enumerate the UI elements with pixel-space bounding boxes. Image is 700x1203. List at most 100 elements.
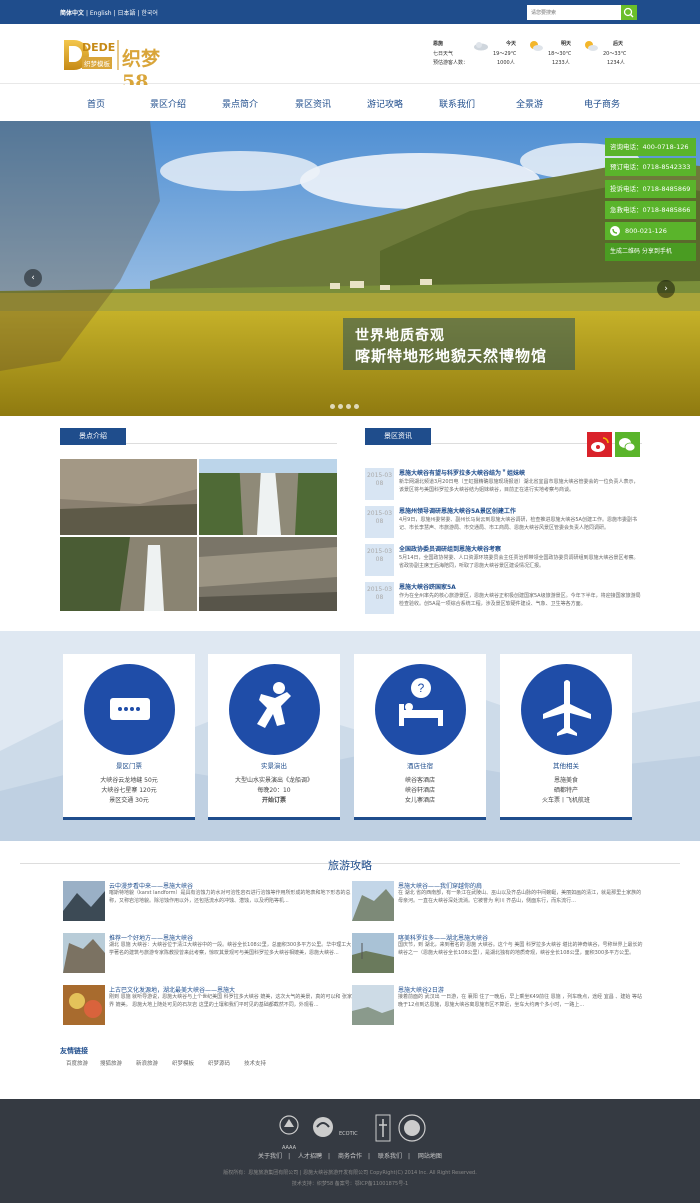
aaaa-logo-icon — [279, 1115, 299, 1135]
news-item[interactable]: 2015-03 08 全国政协委员调研组到恩施大峡谷考察 5月14日，全国政协常委… — [365, 544, 642, 582]
friend-link[interactable]: 百度旅游 — [66, 1059, 88, 1067]
site-logo[interactable]: DEDE 织梦模板 织梦58 — [62, 36, 182, 93]
weather-day: 后天 — [612, 41, 623, 47]
news-title[interactable]: 恩施大峡谷跻国家5A — [399, 582, 456, 591]
news-desc: 4月9日，恩施州委常委、副州长马尚云到恩施大峡谷调研，检查推进恩施大峡谷5A创建… — [399, 517, 637, 531]
nav-news[interactable]: 景区资讯 — [295, 97, 331, 110]
footer-link-sitemap[interactable]: 网站地图 — [418, 1153, 442, 1160]
lang-ja[interactable]: 日本語 — [117, 8, 135, 17]
weather-visitors: 1234人 — [607, 60, 625, 66]
search-button[interactable] — [621, 5, 637, 20]
search-icon — [623, 7, 634, 18]
friend-link[interactable]: 技术支持 — [244, 1059, 266, 1067]
airplane-icon — [543, 680, 591, 736]
news-desc: 作为在全州率先的核心旅游景区，恩施大峡谷正积极创建国家5A级旅游景区。今年下半年… — [399, 593, 641, 607]
separator: | — [368, 1153, 371, 1160]
service-line: 峡谷轩酒店 — [404, 787, 435, 794]
card-bar — [63, 817, 195, 820]
guide-item[interactable]: 上古巴文化发源地，湖北最美大峡谷——恩施大 刚到 恩施 就听导游说，恩施大峡谷与… — [63, 985, 353, 1029]
emergency-phone[interactable]: 急救电话：0718-8485866 — [605, 201, 696, 219]
news-tab[interactable]: 景区资讯 — [365, 428, 431, 445]
sunny-cloud-icon — [585, 41, 598, 51]
service-title: 景区门票 — [116, 762, 142, 770]
friend-link[interactable]: 新浪旅游 — [136, 1059, 158, 1067]
book-ticket-link[interactable]: 开始订票 — [208, 795, 340, 804]
footer-logo-eco[interactable]: ECOTIC — [312, 1113, 370, 1145]
guide-item[interactable]: 云中漫步看中来——恩施大峡谷 喀斯特地貌（karst landform）是具有溶… — [63, 881, 353, 925]
hotel-bed-icon: ? — [399, 678, 443, 726]
wechat-button[interactable] — [615, 432, 640, 457]
nav-panorama[interactable]: 全景游 — [516, 97, 543, 110]
weather-visitors: 1233人 — [552, 60, 570, 66]
complaint-phone[interactable]: 投诉电话：0718-8485869 — [605, 180, 696, 198]
banner-prev-button[interactable]: ‹ — [24, 269, 42, 287]
scenic-photo[interactable] — [60, 537, 197, 611]
footer-link-business[interactable]: 商务合作 — [338, 1153, 362, 1160]
nav-scenic-intro[interactable]: 景区介绍 — [150, 97, 186, 110]
banner-dot[interactable] — [338, 404, 343, 409]
guide-item[interactable]: 推荐一个好地方——恩施大峡谷 湖北 恩施 大峡谷：大峡谷位于清江大峡谷中的一段。… — [63, 933, 353, 977]
service-card-tickets[interactable]: 景区门票 大峡谷云龙地缝 50元 大峡谷七星寨 120元 景区交通 30元 — [63, 654, 195, 820]
guide-item[interactable]: 恩施大峡谷2日游 接着前面的 武汉出 一日游，在 襄阳 住了一晚后，早上乘坐K4… — [352, 985, 642, 1029]
guide-photo — [63, 985, 105, 1025]
banner-dot[interactable] — [354, 404, 359, 409]
scenic-photo[interactable] — [199, 537, 337, 611]
service-line: 峡谷客酒店 — [404, 777, 435, 784]
banner-next-button[interactable]: › — [657, 280, 675, 298]
friend-link[interactable]: 织梦源码 — [208, 1059, 230, 1067]
consult-phone[interactable]: 咨询电话：400-0718-126 — [605, 138, 696, 156]
guide-photo — [352, 881, 394, 921]
qr-share-button[interactable]: 生成二维码 分享到手机 — [605, 243, 696, 261]
footer-logo-scenic[interactable] — [398, 1113, 426, 1145]
booking-phone[interactable]: 预订电话：0718-8542333 — [605, 158, 696, 176]
news-date-day: 08 — [375, 594, 384, 601]
service-circle: ? — [375, 664, 466, 755]
weibo-button[interactable] — [587, 432, 612, 457]
banner-dot[interactable] — [346, 404, 351, 409]
footer-logo-aaaa[interactable]: AAAA — [274, 1113, 304, 1151]
sunny-cloud-icon — [530, 41, 543, 51]
nav-travel-guide[interactable]: 游记攻略 — [367, 97, 403, 110]
service-card-performance[interactable]: 实景演出 大型山水实景演出《龙船调》 每晚20：10 开始订票 — [208, 654, 340, 820]
guide-item[interactable]: 喀美科罗拉多——湖北恩施大峡谷 国庆节，到 湖北，来到著名的 恩施 大峡谷。这个… — [352, 933, 643, 977]
service-card-other[interactable]: 其他相关 恩施美食 硒都特产 火车票丨飞机航班 — [500, 654, 632, 820]
news-date-month: 2015-03 — [366, 510, 393, 517]
friend-link[interactable]: 搜狐旅游 — [100, 1059, 122, 1067]
nav-contact[interactable]: 联系我们 — [439, 97, 475, 110]
footer-link-about[interactable]: 关于我们 — [258, 1153, 282, 1160]
cloudy-icon — [474, 42, 488, 51]
scenic-photo[interactable] — [60, 459, 197, 535]
logo-text: DEDE — [82, 41, 116, 54]
scenic-photo[interactable] — [199, 459, 337, 535]
nav-spots[interactable]: 景点简介 — [222, 97, 258, 110]
hotline-phone[interactable]: 800-021-126 — [605, 222, 696, 240]
news-item[interactable]: 2015-03 08 恩施大峡谷跻国家5A 作为在全州率先的核心旅游景区，恩施大峡… — [365, 582, 642, 620]
news-title[interactable]: 恩施州领导调研恩施大峡谷5A景区创建工作 — [399, 506, 516, 515]
news-item[interactable]: 2015-03 08 恩施大峡谷有望与科罗拉多大峡谷结为＂姐妹峡 新华网湖北频道3… — [365, 468, 642, 506]
footer-link-contact[interactable]: 联系我们 — [378, 1153, 402, 1160]
weather-temp: 18～30℃ — [548, 51, 572, 57]
banner-dot[interactable] — [330, 404, 335, 409]
nav-ecommerce[interactable]: 电子商务 — [584, 97, 620, 110]
news-date-month: 2015-03 — [366, 586, 393, 593]
news-title[interactable]: 全国政协委员调研组到恩施大峡谷考察 — [399, 544, 501, 553]
service-card-hotels[interactable]: ? 酒店住宿 峡谷客酒店 峡谷轩酒店 女儿寨酒店 — [354, 654, 486, 820]
guide-item[interactable]: 恩施大峡谷——我们穿越你的肩 在 湖北 省的西南部，有一条江在武陵山、巫山以及齐… — [352, 881, 642, 925]
lang-zh[interactable]: 简体中文 — [60, 8, 84, 17]
footer-link-jobs[interactable]: 人才招聘 — [298, 1153, 322, 1160]
lang-ko[interactable]: 한국어 — [141, 8, 158, 17]
friend-link[interactable]: 织梦模板 — [172, 1059, 194, 1067]
service-line: 火车票丨飞机航班 — [541, 797, 590, 804]
friend-links-title: 友情链接 — [60, 1047, 88, 1055]
banner-dots — [330, 404, 362, 411]
news-title[interactable]: 恩施大峡谷有望与科罗拉多大峡谷结为＂姐妹峡 — [399, 468, 525, 477]
nav-home[interactable]: 首页 — [87, 97, 105, 110]
guide-thumb — [352, 985, 394, 1025]
scenic-tab[interactable]: 景点介绍 — [60, 428, 126, 445]
lang-en[interactable]: English — [90, 10, 112, 17]
service-circle — [521, 664, 612, 755]
news-item[interactable]: 2015-03 08 恩施州领导调研恩施大峡谷5A景区创建工作 4月9日，恩施州委… — [365, 506, 642, 544]
footer-logo-tourism[interactable] — [374, 1113, 392, 1145]
search-input[interactable] — [527, 5, 621, 20]
search-box — [527, 5, 637, 20]
